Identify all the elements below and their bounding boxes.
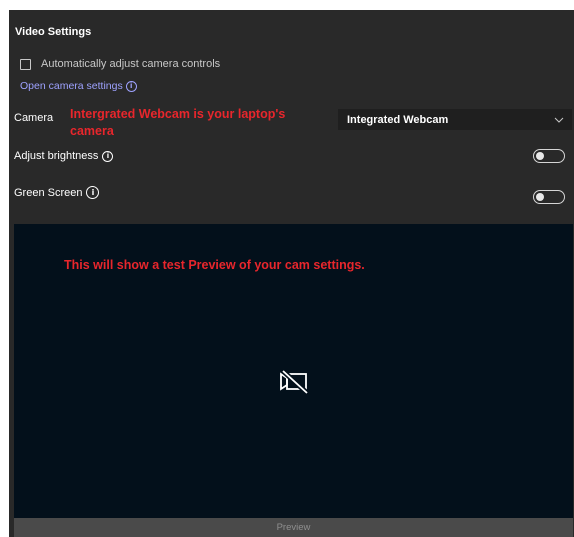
camera-label: Camera	[14, 112, 53, 124]
auto-adjust-label: Automatically adjust camera controls	[41, 58, 221, 70]
green-screen-toggle[interactable]	[533, 190, 565, 204]
camera-off-icon	[278, 369, 310, 399]
auto-adjust-checkbox[interactable]	[20, 58, 31, 70]
green-screen-row: Green Screen i	[14, 186, 100, 199]
panel-title: Video Settings	[15, 26, 92, 38]
webcam-annotation: Intergrated Webcam is your laptop's came…	[70, 107, 286, 138]
toggle-knob	[536, 152, 544, 160]
open-camera-settings-label: Open camera settings	[20, 80, 123, 92]
info-icon[interactable]: i	[102, 150, 114, 162]
camera-preview: This will show a test Preview of your ca…	[14, 224, 573, 537]
brightness-toggle[interactable]	[533, 149, 565, 163]
brightness-label: Adjust brightness	[14, 150, 99, 162]
preview-annotation: This will show a test Preview of your ca…	[64, 258, 365, 272]
camera-select[interactable]: Integrated Webcam	[338, 109, 572, 130]
green-screen-label: Green Screen	[14, 186, 83, 199]
preview-button[interactable]: Preview	[14, 518, 573, 537]
brightness-row: Adjust brightness i	[14, 150, 114, 162]
chevron-down-icon	[554, 115, 564, 125]
camera-select-value: Integrated Webcam	[347, 113, 449, 126]
info-icon: i	[125, 80, 137, 92]
auto-adjust-row[interactable]: Automatically adjust camera controls	[20, 58, 220, 70]
info-icon[interactable]: i	[86, 186, 100, 199]
camera-label-text: Camera	[14, 112, 54, 124]
open-camera-settings-link[interactable]: Open camera settings i	[20, 80, 137, 92]
video-settings-panel: Video Settings Automatically adjust came…	[9, 10, 574, 537]
toggle-knob	[536, 193, 544, 201]
